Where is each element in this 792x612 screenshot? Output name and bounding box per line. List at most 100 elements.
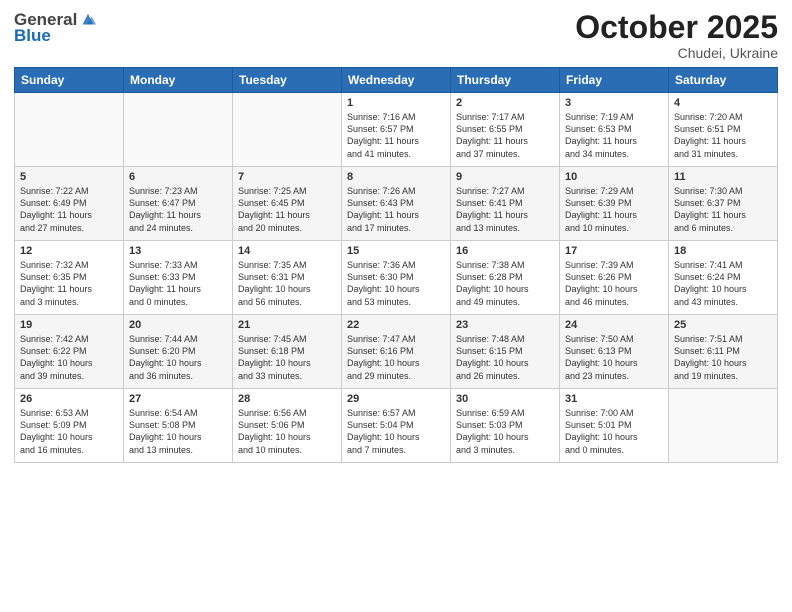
day-number: 28	[238, 393, 336, 405]
table-cell: 6 Sunrise: 7:23 AM Sunset: 6:47 PM Daylig…	[124, 167, 233, 241]
day-info: Sunrise: 7:25 AM Sunset: 6:45 PM Dayligh…	[238, 185, 336, 234]
day-number: 24	[565, 319, 663, 331]
day-number: 4	[674, 97, 772, 109]
day-info: Sunrise: 7:39 AM Sunset: 6:26 PM Dayligh…	[565, 259, 663, 308]
day-info: Sunrise: 7:47 AM Sunset: 6:16 PM Dayligh…	[347, 333, 445, 382]
col-saturday: Saturday	[669, 68, 778, 93]
day-number: 22	[347, 319, 445, 331]
table-cell: 28 Sunrise: 6:56 AM Sunset: 5:06 PM Dayli…	[233, 389, 342, 463]
day-number: 30	[456, 393, 554, 405]
day-info: Sunrise: 7:27 AM Sunset: 6:41 PM Dayligh…	[456, 185, 554, 234]
day-number: 19	[20, 319, 118, 331]
day-info: Sunrise: 7:41 AM Sunset: 6:24 PM Dayligh…	[674, 259, 772, 308]
day-number: 2	[456, 97, 554, 109]
table-cell: 1 Sunrise: 7:16 AM Sunset: 6:57 PM Daylig…	[342, 93, 451, 167]
day-info: Sunrise: 7:36 AM Sunset: 6:30 PM Dayligh…	[347, 259, 445, 308]
day-number: 10	[565, 171, 663, 183]
day-number: 15	[347, 245, 445, 257]
day-info: Sunrise: 7:30 AM Sunset: 6:37 PM Dayligh…	[674, 185, 772, 234]
day-info: Sunrise: 6:54 AM Sunset: 5:08 PM Dayligh…	[129, 407, 227, 456]
day-number: 1	[347, 97, 445, 109]
calendar-header-row: Sunday Monday Tuesday Wednesday Thursday…	[15, 68, 778, 93]
table-cell: 5 Sunrise: 7:22 AM Sunset: 6:49 PM Daylig…	[15, 167, 124, 241]
month-title: October 2025	[575, 10, 778, 45]
day-number: 13	[129, 245, 227, 257]
table-cell: 18 Sunrise: 7:41 AM Sunset: 6:24 PM Dayli…	[669, 241, 778, 315]
day-info: Sunrise: 7:20 AM Sunset: 6:51 PM Dayligh…	[674, 111, 772, 160]
table-cell: 3Sunrise: 7:19 AM Sunset: 6:53 PM Daylig…	[560, 93, 669, 167]
table-cell: 26Sunrise: 6:53 AM Sunset: 5:09 PM Dayli…	[15, 389, 124, 463]
day-number: 5	[20, 171, 118, 183]
table-cell	[124, 93, 233, 167]
day-number: 14	[238, 245, 336, 257]
day-number: 6	[129, 171, 227, 183]
day-info: Sunrise: 7:16 AM Sunset: 6:57 PM Dayligh…	[347, 111, 445, 160]
col-tuesday: Tuesday	[233, 68, 342, 93]
table-cell: 13 Sunrise: 7:33 AM Sunset: 6:33 PM Dayli…	[124, 241, 233, 315]
week-row-3: 12Sunrise: 7:32 AM Sunset: 6:35 PM Dayli…	[15, 241, 778, 315]
table-cell: 29 Sunrise: 6:57 AM Sunset: 5:04 PM Dayli…	[342, 389, 451, 463]
day-number: 9	[456, 171, 554, 183]
table-cell: 25 Sunrise: 7:51 AM Sunset: 6:11 PM Dayli…	[669, 315, 778, 389]
table-cell	[233, 93, 342, 167]
day-number: 31	[565, 393, 663, 405]
table-cell: 24 Sunrise: 7:50 AM Sunset: 6:13 PM Dayli…	[560, 315, 669, 389]
table-cell: 2 Sunrise: 7:17 AM Sunset: 6:55 PM Daylig…	[451, 93, 560, 167]
day-info: Sunrise: 7:35 AM Sunset: 6:31 PM Dayligh…	[238, 259, 336, 308]
day-info: Sunrise: 7:22 AM Sunset: 6:49 PM Dayligh…	[20, 185, 118, 234]
table-cell: 10 Sunrise: 7:29 AM Sunset: 6:39 PM Dayli…	[560, 167, 669, 241]
table-cell: 21Sunrise: 7:45 AM Sunset: 6:18 PM Dayli…	[233, 315, 342, 389]
day-number: 29	[347, 393, 445, 405]
day-info: Sunrise: 7:17 AM Sunset: 6:55 PM Dayligh…	[456, 111, 554, 160]
table-cell: 4 Sunrise: 7:20 AM Sunset: 6:51 PM Daylig…	[669, 93, 778, 167]
day-info: Sunrise: 7:29 AM Sunset: 6:39 PM Dayligh…	[565, 185, 663, 234]
day-info: Sunrise: 7:42 AM Sunset: 6:22 PM Dayligh…	[20, 333, 118, 382]
day-info: Sunrise: 7:33 AM Sunset: 6:33 PM Dayligh…	[129, 259, 227, 308]
week-row-5: 26Sunrise: 6:53 AM Sunset: 5:09 PM Dayli…	[15, 389, 778, 463]
col-friday: Friday	[560, 68, 669, 93]
day-number: 18	[674, 245, 772, 257]
table-cell	[669, 389, 778, 463]
day-number: 20	[129, 319, 227, 331]
table-cell: 15 Sunrise: 7:36 AM Sunset: 6:30 PM Dayli…	[342, 241, 451, 315]
logo: General Blue	[14, 10, 97, 46]
table-cell: 22 Sunrise: 7:47 AM Sunset: 6:16 PM Dayli…	[342, 315, 451, 389]
day-number: 16	[456, 245, 554, 257]
col-thursday: Thursday	[451, 68, 560, 93]
table-cell: 11Sunrise: 7:30 AM Sunset: 6:37 PM Dayli…	[669, 167, 778, 241]
day-info: Sunrise: 6:56 AM Sunset: 5:06 PM Dayligh…	[238, 407, 336, 456]
day-number: 8	[347, 171, 445, 183]
col-monday: Monday	[124, 68, 233, 93]
day-info: Sunrise: 7:00 AM Sunset: 5:01 PM Dayligh…	[565, 407, 663, 456]
table-cell: 8 Sunrise: 7:26 AM Sunset: 6:43 PM Daylig…	[342, 167, 451, 241]
day-number: 26	[20, 393, 118, 405]
table-cell: 30 Sunrise: 6:59 AM Sunset: 5:03 PM Dayli…	[451, 389, 560, 463]
logo-icon	[79, 11, 97, 29]
table-cell: 20Sunrise: 7:44 AM Sunset: 6:20 PM Dayli…	[124, 315, 233, 389]
day-number: 7	[238, 171, 336, 183]
day-info: Sunrise: 7:23 AM Sunset: 6:47 PM Dayligh…	[129, 185, 227, 234]
day-info: Sunrise: 7:48 AM Sunset: 6:15 PM Dayligh…	[456, 333, 554, 382]
day-number: 21	[238, 319, 336, 331]
title-area: October 2025 Chudei, Ukraine	[575, 10, 778, 61]
day-info: Sunrise: 6:59 AM Sunset: 5:03 PM Dayligh…	[456, 407, 554, 456]
logo-blue: Blue	[14, 26, 51, 46]
table-cell: 19 Sunrise: 7:42 AM Sunset: 6:22 PM Dayli…	[15, 315, 124, 389]
day-info: Sunrise: 7:26 AM Sunset: 6:43 PM Dayligh…	[347, 185, 445, 234]
week-row-2: 5 Sunrise: 7:22 AM Sunset: 6:49 PM Daylig…	[15, 167, 778, 241]
col-wednesday: Wednesday	[342, 68, 451, 93]
day-info: Sunrise: 7:50 AM Sunset: 6:13 PM Dayligh…	[565, 333, 663, 382]
day-number: 23	[456, 319, 554, 331]
table-cell: 12Sunrise: 7:32 AM Sunset: 6:35 PM Dayli…	[15, 241, 124, 315]
day-info: Sunrise: 7:51 AM Sunset: 6:11 PM Dayligh…	[674, 333, 772, 382]
table-cell: 7 Sunrise: 7:25 AM Sunset: 6:45 PM Daylig…	[233, 167, 342, 241]
table-cell: 14 Sunrise: 7:35 AM Sunset: 6:31 PM Dayli…	[233, 241, 342, 315]
day-info: Sunrise: 6:57 AM Sunset: 5:04 PM Dayligh…	[347, 407, 445, 456]
col-sunday: Sunday	[15, 68, 124, 93]
calendar: Sunday Monday Tuesday Wednesday Thursday…	[14, 67, 778, 463]
day-number: 3	[565, 97, 663, 109]
day-number: 25	[674, 319, 772, 331]
day-info: Sunrise: 7:32 AM Sunset: 6:35 PM Dayligh…	[20, 259, 118, 308]
week-row-4: 19 Sunrise: 7:42 AM Sunset: 6:22 PM Dayli…	[15, 315, 778, 389]
table-cell: 27Sunrise: 6:54 AM Sunset: 5:08 PM Dayli…	[124, 389, 233, 463]
